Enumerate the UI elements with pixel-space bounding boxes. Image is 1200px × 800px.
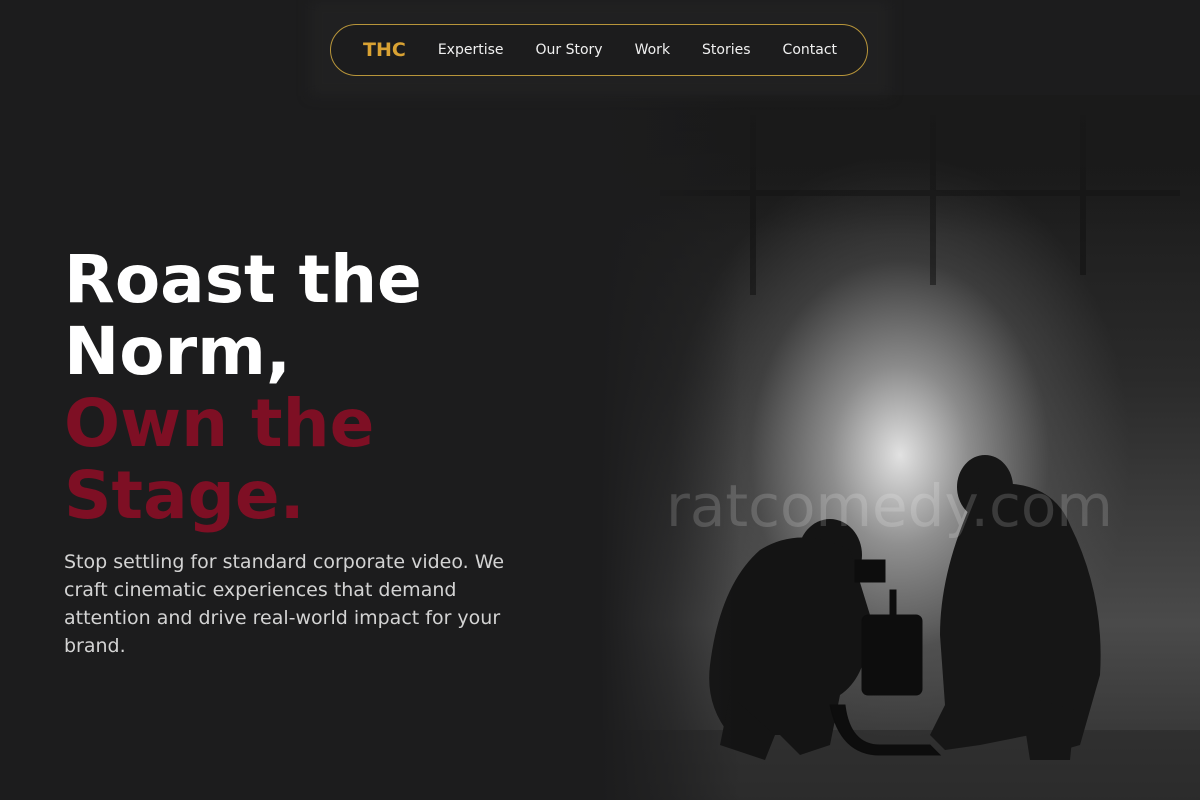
logo-link[interactable]: THC xyxy=(363,39,406,61)
headline-accent-line: Own the xyxy=(64,385,375,462)
hero-subtext: Stop settling for standard corporate vid… xyxy=(64,551,505,657)
hero-photo-film-crew xyxy=(600,95,1200,800)
nav-link-contact[interactable]: Contact xyxy=(783,42,837,58)
nav-link-stories[interactable]: Stories xyxy=(702,42,751,58)
photo-watermark: ratcomedy.com xyxy=(666,472,1113,540)
hero-headline: Roast the Norm, Own the Stage. xyxy=(64,244,584,532)
nav-link-our-story[interactable]: Our Story xyxy=(536,42,603,58)
nav-link-expertise[interactable]: Expertise xyxy=(438,42,504,58)
landing-page: ratcomedy.com THC Expertise Our Story Wo… xyxy=(0,0,1200,800)
headline-accent-line: Stage. xyxy=(64,457,305,534)
top-navigation: THC Expertise Our Story Work Stories Con… xyxy=(330,24,868,76)
headline-line: Norm, xyxy=(64,313,291,390)
nav-link-work[interactable]: Work xyxy=(635,42,670,58)
headline-line: Roast the xyxy=(64,241,422,318)
